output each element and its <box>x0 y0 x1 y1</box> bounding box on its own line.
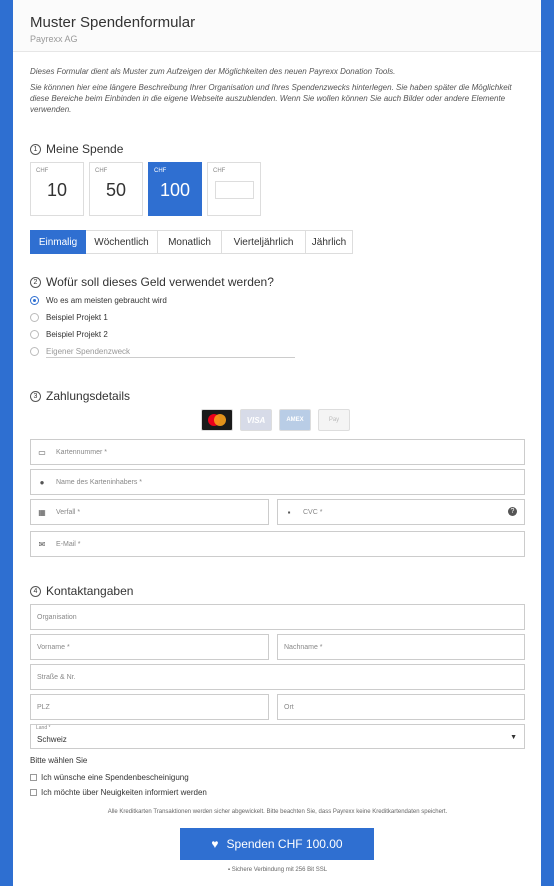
checkbox[interactable] <box>30 774 37 781</box>
section-title: Kontaktangaben <box>46 584 134 598</box>
lock-icon: ▪ <box>287 507 291 517</box>
frequency-einmalig[interactable]: Einmalig <box>30 230 86 254</box>
form-header: Muster Spendenformular Payrexx AG <box>13 0 541 52</box>
intro-description: Sie könnnen hier eine längere Beschreibu… <box>30 83 512 114</box>
payment-methods: VISA AMEX Pay <box>201 409 357 431</box>
amount-option-100[interactable]: CHF 100 <box>148 162 202 216</box>
card-number-field[interactable]: ▭ Kartennummer * <box>30 439 525 465</box>
frequency-woechentlich[interactable]: Wöchentlich <box>86 230 158 254</box>
section-payment-heading: 3 Zahlungsdetails <box>30 389 130 403</box>
frequency-vierteljaehrlich[interactable]: Vierteljährlich <box>222 230 306 254</box>
credit-card-icon: ▭ <box>38 447 46 457</box>
dropdown-arrow-icon: ▼ <box>510 734 517 741</box>
step-number: 2 <box>30 276 41 288</box>
amount-option-50[interactable]: CHF 50 <box>89 162 143 216</box>
radio-button[interactable] <box>30 296 39 305</box>
page-title: Muster Spendenformular <box>30 14 196 31</box>
mastercard-icon[interactable] <box>201 409 233 431</box>
country-label: Land * <box>36 725 51 731</box>
checkbox[interactable] <box>30 789 37 796</box>
section-donation-heading: 1 Meine Spende <box>30 142 123 156</box>
purpose-option-most-needed[interactable]: Wo es am meisten gebraucht wird <box>30 296 167 305</box>
section-contact-heading: 4 Kontaktangaben <box>30 584 133 598</box>
user-icon: ● <box>39 477 45 487</box>
firstname-field[interactable]: Vorname * <box>30 634 269 660</box>
country-value: Schweiz <box>37 735 67 744</box>
purpose-option-project-1[interactable]: Beispiel Projekt 1 <box>30 313 108 322</box>
street-field[interactable]: Straße & Nr. <box>30 664 525 690</box>
donate-button-label: Spenden CHF 100.00 <box>226 837 343 851</box>
expiry-field[interactable]: ▦ Verfall * <box>30 499 269 525</box>
step-number: 3 <box>30 390 41 402</box>
security-note: Alle Kreditkarten Transaktionen werden s… <box>107 809 448 815</box>
section-purpose-heading: 2 Wofür soll dieses Geld verwendet werde… <box>30 275 274 289</box>
amount-option-10[interactable]: CHF 10 <box>30 162 84 216</box>
organisation-name: Payrexx AG <box>30 34 78 44</box>
city-field[interactable]: Ort <box>277 694 525 720</box>
custom-amount-input[interactable] <box>215 181 254 199</box>
donate-button[interactable]: ♥ Spenden CHF 100.00 <box>180 828 374 860</box>
country-select[interactable]: Land * Schweiz ▼ <box>30 724 525 749</box>
visa-icon[interactable]: VISA <box>240 409 272 431</box>
intro-text: Dieses Formular dient als Muster zum Auf… <box>30 67 396 76</box>
section-title: Zahlungsdetails <box>46 389 131 403</box>
amex-icon[interactable]: AMEX <box>279 409 311 431</box>
checkbox-newsletter[interactable]: Ich möchte über Neuigkeiten informiert w… <box>30 788 207 797</box>
checkbox-receipt[interactable]: Ich wünsche eine Spendenbescheinigung <box>30 773 189 782</box>
section-title: Meine Spende <box>46 142 124 156</box>
organisation-field[interactable]: Organisation <box>30 604 525 630</box>
lastname-field[interactable]: Nachname * <box>277 634 525 660</box>
step-number: 1 <box>30 143 41 155</box>
email-field[interactable]: ✉ E-Mail * <box>30 531 525 557</box>
secure-connection-note: ▪ Sichere Verbindung mit 256 Bit SSL <box>227 867 328 873</box>
radio-button[interactable] <box>30 313 39 322</box>
cvc-field[interactable]: ▪ CVC * ? <box>277 499 525 525</box>
amount-option-custom[interactable]: CHF <box>207 162 261 216</box>
apple-pay-icon[interactable]: Pay <box>318 409 350 431</box>
purpose-option-custom[interactable]: Eigener Spendenzweck <box>30 347 130 356</box>
card-holder-field[interactable]: ● Name des Karteninhabers * <box>30 469 525 495</box>
frequency-monatlich[interactable]: Monatlich <box>158 230 222 254</box>
purpose-option-project-2[interactable]: Beispiel Projekt 2 <box>30 330 108 339</box>
calendar-icon: ▦ <box>38 507 46 517</box>
step-number: 4 <box>30 585 41 597</box>
frequency-selector: Einmalig Wöchentlich Monatlich Vierteljä… <box>30 230 353 254</box>
frequency-jaehrlich[interactable]: Jährlich <box>306 230 353 254</box>
custom-purpose-input[interactable]: Eigener Spendenzweck <box>46 347 130 356</box>
help-icon[interactable]: ? <box>508 507 517 516</box>
heart-icon: ♥ <box>211 837 219 851</box>
radio-button[interactable] <box>30 347 39 356</box>
zip-field[interactable]: PLZ <box>30 694 269 720</box>
custom-purpose-underline <box>46 357 295 358</box>
section-title: Wofür soll dieses Geld verwendet werden? <box>46 275 274 289</box>
envelope-icon: ✉ <box>38 539 46 549</box>
radio-button[interactable] <box>30 330 39 339</box>
choose-label: Bitte wählen Sie <box>30 756 88 765</box>
